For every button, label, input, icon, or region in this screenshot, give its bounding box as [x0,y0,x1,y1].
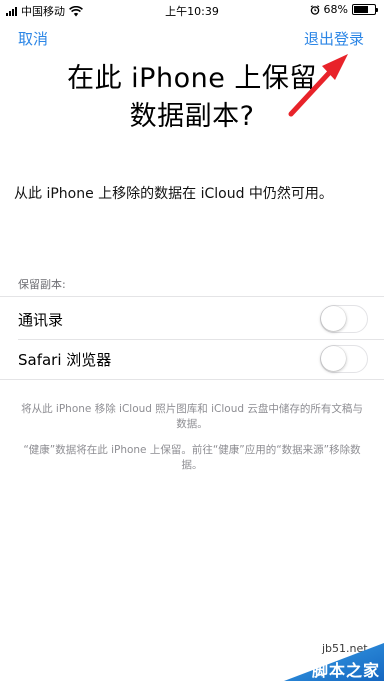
section-header: 保留副本: [18,278,66,291]
cancel-button[interactable]: 取消 [18,28,48,49]
title-line-1: 在此 iPhone 上保留 [67,63,317,94]
title-line-2: 数据副本? [129,101,255,132]
contacts-label: 通讯录 [18,310,64,329]
status-bar: 中国移动 上午10:39 68% [0,0,384,20]
alarm-icon [310,4,319,15]
toggle-knob [321,346,346,371]
contacts-toggle[interactable] [320,305,368,333]
row-divider [0,296,384,297]
status-right: 68% [310,3,378,16]
toggle-knob [321,306,346,331]
safari-label: Safari 浏览器 [18,350,112,369]
safari-toggle[interactable] [320,345,368,373]
health-footnote: “健康”数据将在此 iPhone 上保留。前往“健康”应用的“数据来源”移除数据… [23,444,361,471]
description-text: 从此 iPhone 上移除的数据在 iCloud 中仍然可用。 [14,186,333,202]
safari-row: Safari 浏览器 [0,339,384,379]
battery-fill [354,6,368,13]
icloud-footnote: 将从此 iPhone 移除 iCloud 照片图库和 iCloud 云盘中储存的… [21,403,363,430]
page-title: 在此 iPhone 上保留 数据副本? [40,60,344,136]
battery-icon [352,4,378,15]
watermark-text: 脚本之家 [311,661,380,680]
row-divider [0,379,384,380]
logout-button[interactable]: 退出登录 [304,28,364,49]
contacts-row: 通讯录 [0,299,384,339]
battery-percent: 68% [323,3,348,16]
